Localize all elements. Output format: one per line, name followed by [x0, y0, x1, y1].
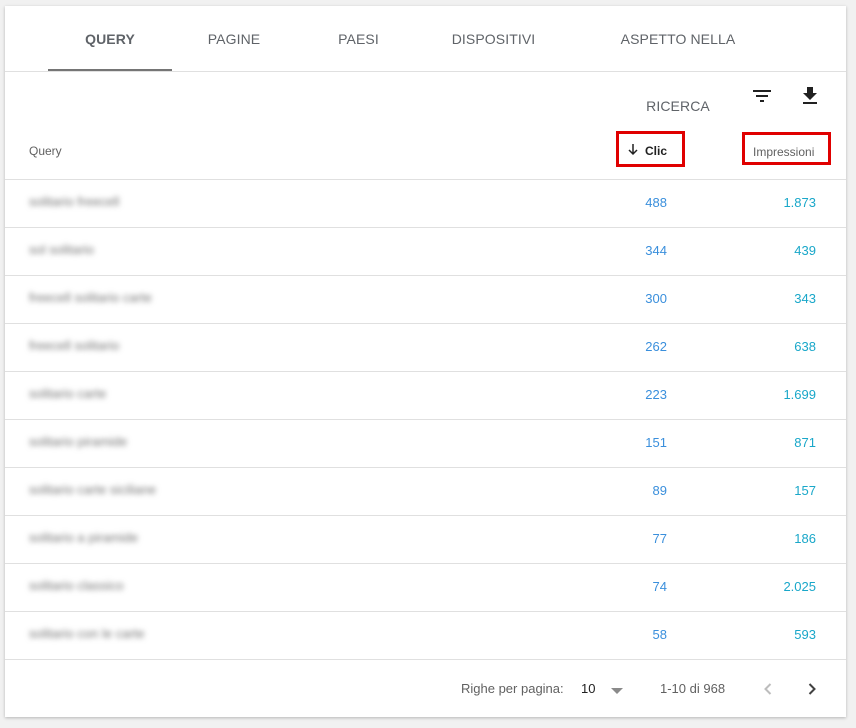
clicks-value: 74	[652, 579, 667, 594]
query-text: solitario carte	[29, 386, 107, 401]
impressions-value: 1.873	[783, 195, 816, 210]
impressions-value: 871	[794, 435, 816, 450]
clicks-value: 77	[652, 531, 667, 546]
query-text: solitario freecell	[29, 194, 120, 209]
download-icon[interactable]	[798, 84, 822, 108]
column-header-query[interactable]: Query	[29, 144, 62, 158]
query-text: solitario classico	[29, 578, 124, 593]
active-tab-indicator	[48, 69, 172, 71]
impressions-value: 1.699	[783, 387, 816, 402]
tab-pagine[interactable]: PAGINE	[195, 6, 273, 71]
tab-paesi[interactable]: PAESI	[325, 6, 392, 71]
clicks-value: 488	[645, 195, 667, 210]
table-row[interactable]: solitario con le carte 58 593	[5, 611, 846, 659]
clicks-value: 58	[652, 627, 667, 642]
impressions-value: 2.025	[783, 579, 816, 594]
tab-bar: QUERY PAGINE PAESI DISPOSITIVI ASPETTO N…	[5, 6, 846, 114]
impressions-value: 186	[794, 531, 816, 546]
table-row[interactable]: sol solitario 344 439	[5, 227, 846, 275]
table-row[interactable]: freecell solitario carte 300 343	[5, 275, 846, 323]
performance-table-card: QUERY PAGINE PAESI DISPOSITIVI ASPETTO N…	[5, 6, 846, 717]
clic-label: Clic	[645, 144, 668, 158]
table-row[interactable]: solitario carte siciliane 89 157	[5, 467, 846, 515]
pagination-footer: Righe per pagina: 10 1-10 di 968	[5, 659, 846, 717]
table-row[interactable]: freecell solitario 262 638	[5, 323, 846, 371]
clicks-value: 223	[645, 387, 667, 402]
query-text: solitario piramide	[29, 434, 128, 449]
query-text: solitario a piramide	[29, 530, 139, 545]
table-row[interactable]: solitario classico 74 2.025	[5, 563, 846, 611]
rows-per-page-select[interactable]: 10	[581, 681, 595, 696]
impressions-value: 343	[794, 291, 816, 306]
clicks-value: 300	[645, 291, 667, 306]
clicks-value: 344	[645, 243, 667, 258]
table-row[interactable]: solitario a piramide 77 186	[5, 515, 846, 563]
query-text: sol solitario	[29, 242, 95, 257]
table-row[interactable]: solitario carte 223 1.699	[5, 371, 846, 419]
query-text: solitario carte siciliane	[29, 482, 157, 497]
impressions-value: 157	[794, 483, 816, 498]
impressions-value: 638	[794, 339, 816, 354]
query-text: solitario con le carte	[29, 626, 145, 641]
clicks-value: 89	[652, 483, 667, 498]
query-text: freecell solitario	[29, 338, 120, 353]
query-text: freecell solitario carte	[29, 290, 152, 305]
rows-per-page-label: Righe per pagina:	[461, 681, 564, 696]
table-row[interactable]: solitario piramide 151 871	[5, 419, 846, 467]
tab-aspetto-nella-ricerca[interactable]: ASPETTO NELLA RICERCA	[588, 6, 768, 114]
impressions-value: 439	[794, 243, 816, 258]
column-header-impressioni[interactable]: Impressioni	[753, 145, 814, 159]
column-header-clic[interactable]: Clic	[627, 143, 667, 158]
pagination-range: 1-10 di 968	[660, 681, 726, 696]
clicks-value: 151	[645, 435, 667, 450]
arrow-down-icon	[628, 144, 638, 156]
table-row[interactable]: solitario freecell 488 1.873	[5, 179, 846, 227]
impressions-value: 593	[794, 627, 816, 642]
chevron-right-icon[interactable]	[800, 677, 824, 701]
chevron-left-icon[interactable]	[756, 677, 780, 701]
tab-query[interactable]: QUERY	[48, 6, 172, 71]
filter-icon[interactable]	[750, 84, 774, 108]
clicks-value: 262	[645, 339, 667, 354]
dropdown-caret-icon[interactable]	[611, 688, 623, 694]
tab-dispositivi[interactable]: DISPOSITIVI	[442, 6, 545, 71]
